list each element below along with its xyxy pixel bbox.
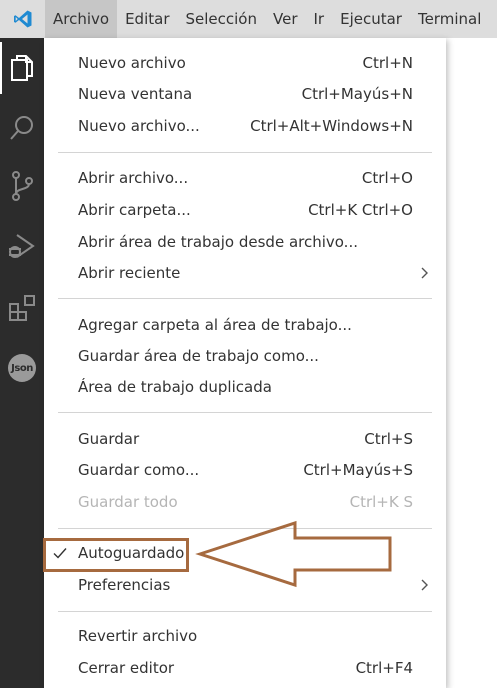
- menu-item-shortcut: Ctrl+O: [361, 169, 413, 187]
- menu-item-abrir-area-trabajo[interactable]: Abrir área de trabajo desde archivo...: [44, 227, 446, 257]
- menu-item-label: Nuevo archivo...: [78, 117, 200, 135]
- menu-item-shortcut: Ctrl+K Ctrl+O: [308, 201, 413, 219]
- json-extension-icon[interactable]: Json: [0, 346, 44, 390]
- menu-ejecutar[interactable]: Ejecutar: [332, 0, 410, 38]
- search-icon[interactable]: [0, 106, 44, 150]
- menu-item-revertir-archivo[interactable]: Revertir archivo: [44, 621, 446, 651]
- annotation-arrow-icon: [195, 520, 392, 588]
- menu-item-label: Abrir archivo...: [78, 169, 189, 187]
- menu-item-label: Guardar: [78, 430, 140, 448]
- menu-item-label: Guardar todo: [78, 493, 178, 511]
- menu-item-guardar-todo: Guardar todo Ctrl+K S: [44, 487, 446, 517]
- menu-item-abrir-carpeta[interactable]: Abrir carpeta... Ctrl+K Ctrl+O: [44, 195, 446, 225]
- menu-item-label: Agregar carpeta al área de trabajo...: [78, 316, 352, 334]
- menu-ir[interactable]: Ir: [306, 0, 333, 38]
- vscode-logo-icon: [0, 0, 45, 38]
- menu-item-label: Abrir reciente: [78, 264, 181, 282]
- menu-separator: [58, 412, 432, 413]
- menu-item-guardar[interactable]: Guardar Ctrl+S: [44, 424, 446, 454]
- menu-separator: [58, 152, 432, 153]
- menu-terminal[interactable]: Terminal: [410, 0, 489, 38]
- chevron-right-icon: [421, 267, 428, 279]
- menu-item-shortcut: Ctrl+F4: [355, 659, 413, 677]
- menu-item-abrir-archivo[interactable]: Abrir archivo... Ctrl+O: [44, 163, 446, 193]
- menu-bar: Archivo Editar Selección Ver Ir Ejecutar…: [0, 0, 497, 38]
- menu-item-agregar-carpeta[interactable]: Agregar carpeta al área de trabajo...: [44, 310, 446, 340]
- menu-item-shortcut: Ctrl+Alt+Windows+N: [250, 117, 413, 135]
- menu-item-shortcut: Ctrl+S: [364, 430, 413, 448]
- menu-separator: [58, 611, 432, 612]
- menu-item-label: Abrir área de trabajo desde archivo...: [78, 233, 358, 251]
- menu-item-label: Preferencias: [78, 576, 171, 594]
- menu-item-area-trabajo-duplicada[interactable]: Área de trabajo duplicada: [44, 372, 446, 402]
- menu-ver[interactable]: Ver: [265, 0, 306, 38]
- menu-item-label: Revertir archivo: [78, 627, 198, 645]
- menu-item-cerrar-editor[interactable]: Cerrar editor Ctrl+F4: [44, 653, 446, 683]
- menu-seleccion[interactable]: Selección: [178, 0, 266, 38]
- menu-item-nuevo-archivo-con[interactable]: Nuevo archivo... Ctrl+Alt+Windows+N: [44, 111, 446, 141]
- extensions-icon[interactable]: [0, 286, 44, 330]
- menu-item-label: Nuevo archivo: [78, 54, 186, 72]
- source-control-icon[interactable]: [0, 164, 44, 208]
- menu-item-abrir-reciente[interactable]: Abrir reciente: [44, 258, 446, 288]
- menu-editar[interactable]: Editar: [117, 0, 177, 38]
- menu-item-nueva-ventana[interactable]: Nueva ventana Ctrl+Mayús+N: [44, 79, 446, 109]
- menu-item-shortcut: Ctrl+K S: [349, 493, 413, 511]
- menu-item-guardar-como[interactable]: Guardar como... Ctrl+Mayús+S: [44, 455, 446, 485]
- chevron-right-icon: [421, 579, 428, 591]
- json-badge: Json: [8, 354, 36, 382]
- menu-item-label: Nueva ventana: [78, 85, 193, 103]
- annotation-highlight-box: [43, 538, 189, 572]
- run-debug-icon[interactable]: [0, 224, 44, 268]
- menu-archivo[interactable]: Archivo: [45, 0, 118, 38]
- menu-item-shortcut: Ctrl+Mayús+N: [301, 85, 413, 103]
- menu-item-label: Área de trabajo duplicada: [78, 378, 272, 396]
- menu-item-label: Guardar como...: [78, 461, 200, 479]
- activity-bar: Json: [0, 38, 44, 688]
- menu-item-label: Abrir carpeta...: [78, 201, 191, 219]
- menu-separator: [58, 298, 432, 299]
- menu-item-label: Guardar área de trabajo como...: [78, 347, 319, 365]
- file-menu-dropdown: Nuevo archivo Ctrl+N Nueva ventana Ctrl+…: [44, 38, 446, 688]
- menu-item-nuevo-archivo[interactable]: Nuevo archivo Ctrl+N: [44, 48, 446, 78]
- menu-item-guardar-area-trabajo[interactable]: Guardar área de trabajo como...: [44, 341, 446, 371]
- explorer-icon[interactable]: [0, 46, 44, 90]
- menu-item-shortcut: Ctrl+N: [362, 54, 413, 72]
- menu-item-label: Cerrar editor: [78, 659, 175, 677]
- menu-item-shortcut: Ctrl+Mayús+S: [303, 461, 413, 479]
